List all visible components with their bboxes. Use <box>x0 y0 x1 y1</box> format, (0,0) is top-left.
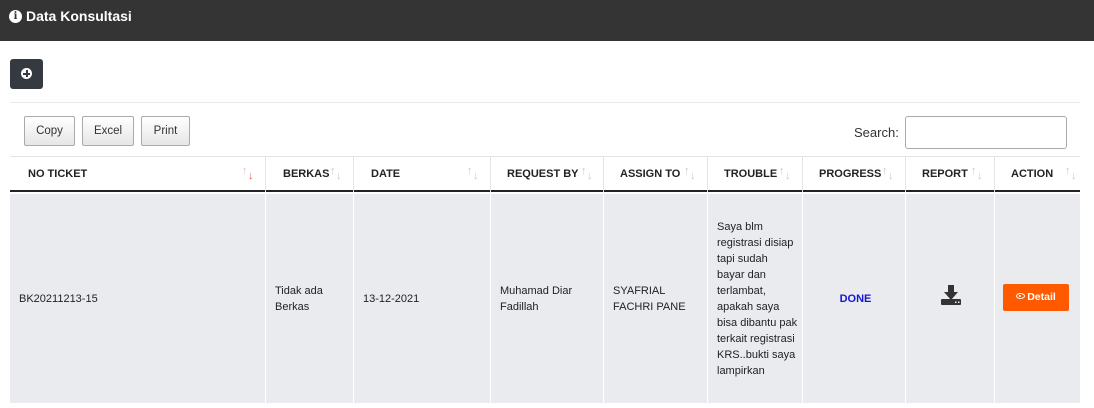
column-label: PROGRESS <box>819 168 882 180</box>
column-header-assign-to[interactable]: ASSIGN TO ↑ ↓ <box>604 157 708 192</box>
add-consultation-button[interactable] <box>10 59 43 89</box>
column-header-no-ticket[interactable]: NO TICKET ↑ ↓ <box>10 157 266 192</box>
sort-icon: ↑ ↓ <box>684 165 696 182</box>
column-header-action[interactable]: ACTION ↑ ↓ <box>995 157 1080 192</box>
sort-icon: ↑ ↓ <box>779 165 791 182</box>
consultation-table: NO TICKET ↑ ↓ BERKAS ↑ ↓ DATE ↑ ↓ REQUEST B… <box>10 156 1080 408</box>
search-label: Search: <box>854 125 899 140</box>
column-header-request-by[interactable]: REQUEST BY ↑ ↓ <box>491 157 604 192</box>
column-label: BERKAS <box>283 168 330 180</box>
sort-icon: ↑ ↓ <box>882 165 894 182</box>
cell-request-by: Muhamad Diar Fadillah <box>491 194 604 403</box>
column-header-trouble[interactable]: TROUBLE ↑ ↓ <box>708 157 803 192</box>
cell-no-ticket: BK20211213-15 <box>10 194 266 403</box>
detail-button[interactable]: Detail <box>1003 284 1069 311</box>
column-label: ACTION <box>1011 168 1054 180</box>
copy-button[interactable]: Copy <box>24 116 75 146</box>
cell-berkas: Tidak ada Berkas <box>266 194 354 403</box>
page-title: Data Konsultasi <box>26 8 132 24</box>
divider <box>10 102 1080 103</box>
column-label: ASSIGN TO <box>620 168 681 180</box>
info-circle-icon: i <box>9 10 22 23</box>
sort-icon: ↑ ↓ <box>330 165 342 182</box>
sort-icon: ↑ ↓ <box>467 165 479 182</box>
sort-desc-icon: ↑ ↓ <box>242 165 254 182</box>
eye-icon <box>1016 293 1026 299</box>
cell-report <box>906 194 995 403</box>
table-row-divider <box>10 403 1080 408</box>
page-header: i Data Konsultasi <box>0 0 1094 41</box>
column-label: REQUEST BY <box>507 168 579 180</box>
cell-date: 13-12-2021 <box>354 194 491 403</box>
sort-icon: ↑ ↓ <box>971 165 983 182</box>
column-header-progress[interactable]: PROGRESS ↑ ↓ <box>803 157 906 192</box>
column-label: NO TICKET <box>28 168 88 180</box>
sort-icon: ↑ ↓ <box>1065 165 1077 182</box>
cell-assign-to: SYAFRIAL FACHRI PANE <box>604 194 708 403</box>
cell-action: Detail <box>995 194 1080 403</box>
print-button[interactable]: Print <box>141 116 190 146</box>
status-badge: DONE <box>839 292 872 305</box>
download-icon[interactable] <box>940 284 962 306</box>
table-row: BK20211213-15 Tidak ada Berkas 13-12-202… <box>10 194 1080 403</box>
table-header: NO TICKET ↑ ↓ BERKAS ↑ ↓ DATE ↑ ↓ REQUEST B… <box>10 156 1080 192</box>
plus-circle-icon <box>21 68 32 79</box>
column-header-date[interactable]: DATE ↑ ↓ <box>354 157 491 192</box>
sort-icon: ↑ ↓ <box>581 165 593 182</box>
column-label: REPORT <box>922 168 968 180</box>
column-header-report[interactable]: REPORT ↑ ↓ <box>906 157 995 192</box>
cell-progress: DONE <box>803 194 906 403</box>
detail-button-label: Detail <box>1027 291 1056 303</box>
column-header-berkas[interactable]: BERKAS ↑ ↓ <box>266 157 354 192</box>
column-label: TROUBLE <box>724 168 778 180</box>
column-label: DATE <box>371 168 401 180</box>
cell-trouble: Saya blm registrasi disiap tapi sudah ba… <box>708 194 803 403</box>
excel-button[interactable]: Excel <box>82 116 134 146</box>
search-input[interactable] <box>905 116 1067 149</box>
